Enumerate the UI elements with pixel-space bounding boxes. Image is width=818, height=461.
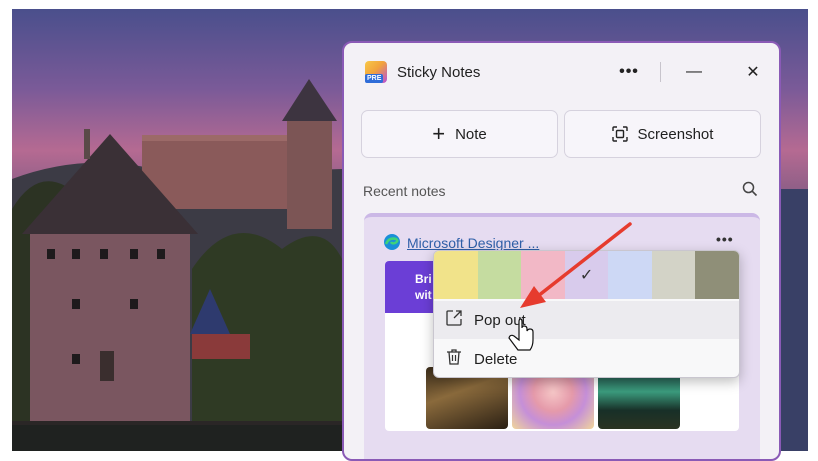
color-swatch[interactable] [608,251,652,299]
color-swatch[interactable] [434,251,478,299]
note-source-link[interactable]: Microsoft Designer ... [407,235,539,251]
pop-out-menu-item[interactable]: Pop out [434,301,739,339]
checkmark-icon: ✓ [579,267,594,284]
note-context-menu: ✓ Pop out Delete [433,250,740,378]
titlebar-divider [660,62,661,82]
edge-browser-icon [383,233,401,251]
color-swatch[interactable] [477,251,522,299]
delete-menu-item[interactable]: Delete [434,340,739,377]
window-title: Sticky Notes [397,64,481,81]
screenshot-button[interactable]: Screenshot [564,110,761,158]
color-swatch[interactable] [695,251,739,299]
screenshot-label: Screenshot [637,125,714,143]
new-note-button[interactable]: + Note [361,110,558,158]
recent-notes-heading: Recent notes [363,183,446,199]
pop-out-label: Pop out [474,311,526,329]
trash-icon [444,347,464,371]
plus-icon: + [432,121,446,146]
new-note-label: Note [455,125,487,143]
popout-icon [444,308,464,332]
color-swatch[interactable]: ✓ [564,251,609,299]
note-more-options-button[interactable]: ••• [716,231,734,247]
more-options-button[interactable]: ••• [613,57,645,87]
sticky-notes-logo-icon: PRE [365,61,387,83]
close-button[interactable]: ✕ [737,57,769,87]
preview-badge: PRE [365,74,384,83]
color-swatch[interactable] [651,251,696,299]
minimize-button[interactable]: — [678,57,710,87]
color-swatch[interactable] [521,251,565,299]
color-swatches: ✓ [434,251,739,299]
search-icon[interactable] [741,180,759,198]
delete-label: Delete [474,350,518,368]
screenshot-icon [611,126,628,142]
preview-banner-text: Bri wit [415,272,432,302]
